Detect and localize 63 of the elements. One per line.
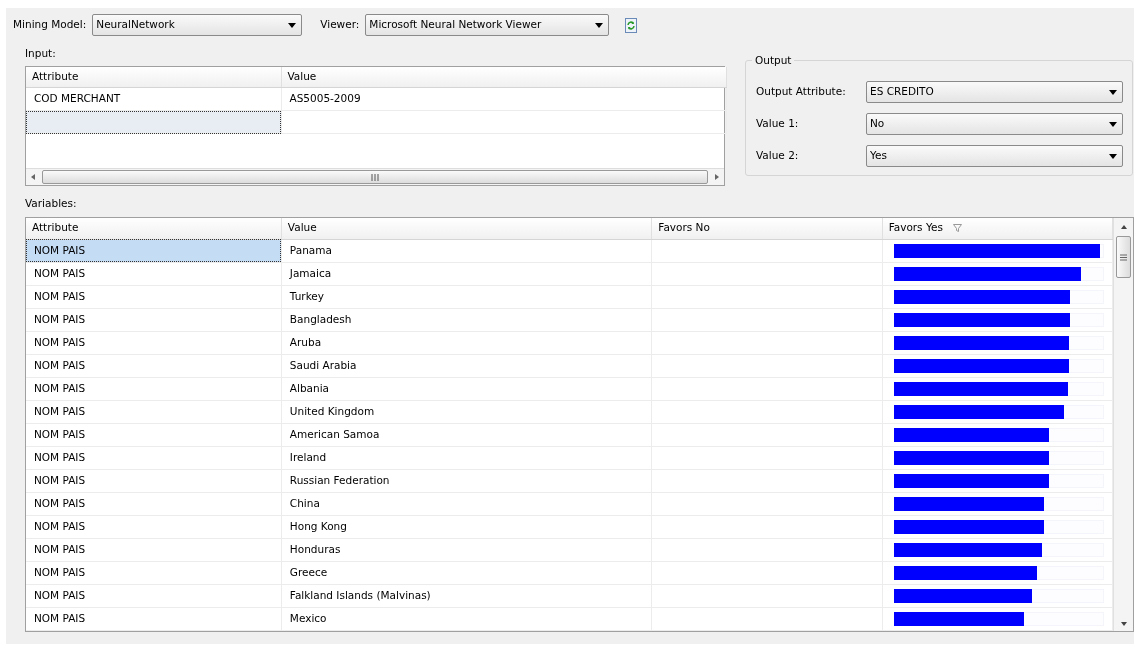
table-cell[interactable]: NOM PAIS bbox=[26, 561, 282, 584]
table-cell: Hong Kong bbox=[281, 515, 652, 538]
filter-icon[interactable] bbox=[952, 221, 962, 234]
table-cell: Jamaica bbox=[281, 262, 652, 285]
column-header[interactable]: Value bbox=[281, 218, 652, 239]
table-cell[interactable]: NOM PAIS bbox=[26, 262, 282, 285]
table-cell[interactable]: NOM PAIS bbox=[26, 607, 282, 630]
table-cell[interactable]: NOM PAIS bbox=[26, 331, 282, 354]
viewer-label: Viewer: bbox=[320, 17, 360, 33]
table-cell: Turkey bbox=[281, 285, 652, 308]
table-cell: China bbox=[281, 492, 652, 515]
field-label: Value 1: bbox=[756, 116, 800, 132]
horizontal-scrollbar[interactable] bbox=[26, 168, 724, 186]
column-header[interactable]: Attribute bbox=[26, 218, 282, 239]
field-label: Output Attribute: bbox=[756, 84, 847, 100]
value-dropdown[interactable]: Yes bbox=[866, 145, 1123, 167]
viewer-dropdown[interactable]: Microsoft Neural Network Viewer bbox=[365, 14, 610, 36]
table-cell: Mexico bbox=[281, 607, 652, 630]
table-cell[interactable]: NOM PAIS bbox=[26, 308, 282, 331]
table-cell[interactable]: NOM PAIS bbox=[26, 400, 282, 423]
table-cell[interactable]: NOM PAIS bbox=[26, 515, 282, 538]
table-cell: Panama bbox=[281, 239, 652, 262]
table-cell[interactable]: COD MERCHANT bbox=[26, 87, 281, 111]
column-header[interactable]: Attribute bbox=[26, 66, 281, 88]
table-cell: Greece bbox=[281, 561, 652, 584]
table-cell[interactable]: AS5005-2009 bbox=[281, 87, 726, 111]
table-cell[interactable]: NOM PAIS bbox=[26, 423, 282, 446]
table-cell: Falkland Islands (Malvinas) bbox=[281, 584, 652, 607]
vertical-scrollbar[interactable] bbox=[1113, 218, 1133, 631]
table-cell: Bangladesh bbox=[281, 308, 652, 331]
input-label: Input: bbox=[25, 46, 56, 61]
value-dropdown[interactable]: ES CREDITO bbox=[866, 81, 1123, 103]
table-cell[interactable]: NOM PAIS bbox=[26, 469, 282, 492]
column-header[interactable]: Value bbox=[281, 66, 726, 88]
table-cell: Honduras bbox=[281, 538, 652, 561]
table-cell: Russian Federation bbox=[281, 469, 652, 492]
output-title: Output bbox=[752, 53, 795, 69]
table-cell[interactable]: NOM PAIS bbox=[26, 492, 282, 515]
table-cell[interactable]: NOM PAIS bbox=[26, 239, 282, 262]
grip-icon bbox=[371, 173, 379, 181]
table-cell[interactable] bbox=[26, 110, 281, 134]
table-cell: Albania bbox=[281, 377, 652, 400]
table-cell: Aruba bbox=[281, 331, 652, 354]
table-cell: American Samoa bbox=[281, 423, 652, 446]
value-dropdown[interactable]: No bbox=[866, 113, 1123, 135]
table-cell[interactable]: NOM PAIS bbox=[26, 538, 282, 561]
table-cell: Ireland bbox=[281, 446, 652, 469]
column-header[interactable]: Favors No bbox=[651, 218, 883, 239]
table-cell: Saudi Arabia bbox=[281, 354, 652, 377]
refresh-icon[interactable] bbox=[625, 17, 638, 33]
table-cell: United Kingdom bbox=[281, 400, 652, 423]
table-cell[interactable]: NOM PAIS bbox=[26, 584, 282, 607]
table-cell[interactable]: NOM PAIS bbox=[26, 377, 282, 400]
model-label: Mining Model: bbox=[13, 17, 87, 33]
grip-icon bbox=[1120, 253, 1127, 261]
table-cell[interactable]: NOM PAIS bbox=[26, 285, 282, 308]
variables-label: Variables: bbox=[25, 196, 77, 212]
table-cell[interactable]: NOM PAIS bbox=[26, 354, 282, 377]
model-dropdown[interactable]: NeuralNetwork bbox=[92, 14, 303, 36]
column-header[interactable]: Favors Yes bbox=[882, 218, 1113, 239]
table-cell[interactable]: NOM PAIS bbox=[26, 446, 282, 469]
table-cell[interactable] bbox=[281, 110, 726, 134]
field-label: Value 2: bbox=[756, 148, 800, 164]
